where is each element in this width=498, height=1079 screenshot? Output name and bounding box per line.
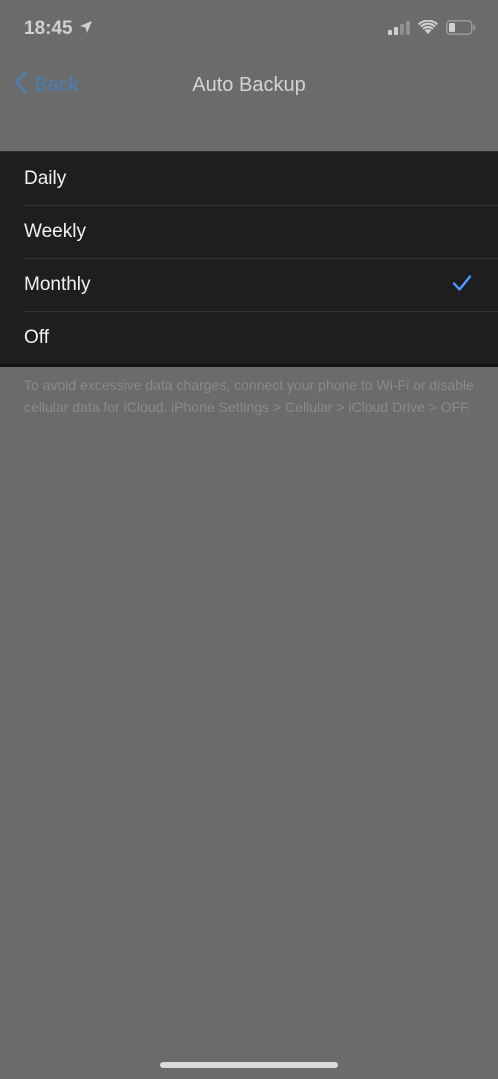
option-monthly[interactable]: Monthly [0, 258, 498, 311]
option-label: Monthly [24, 273, 91, 295]
option-label: Off [24, 326, 49, 348]
option-daily[interactable]: Daily [0, 152, 498, 205]
home-indicator[interactable] [160, 1062, 338, 1068]
location-arrow-icon [79, 18, 93, 40]
cellular-signal-icon [388, 20, 410, 40]
status-icons [388, 19, 476, 40]
navigation-bar: Back Auto Backup [0, 60, 498, 110]
option-label: Daily [24, 167, 67, 189]
status-bar: 18:45 [0, 0, 498, 60]
option-label: Weekly [24, 220, 86, 242]
status-time: 18:45 [24, 18, 93, 40]
option-off[interactable]: Off [0, 311, 498, 364]
time-label: 18:45 [24, 18, 73, 39]
backup-frequency-list: Daily Weekly Monthly Off [0, 151, 498, 367]
wifi-icon [418, 19, 438, 40]
page-title: Auto Backup [192, 74, 306, 96]
checkmark-icon [452, 274, 472, 297]
data-charges-note: To avoid excessive data charges, connect… [24, 377, 474, 415]
battery-icon [446, 20, 476, 40]
option-weekly[interactable]: Weekly [0, 205, 498, 258]
